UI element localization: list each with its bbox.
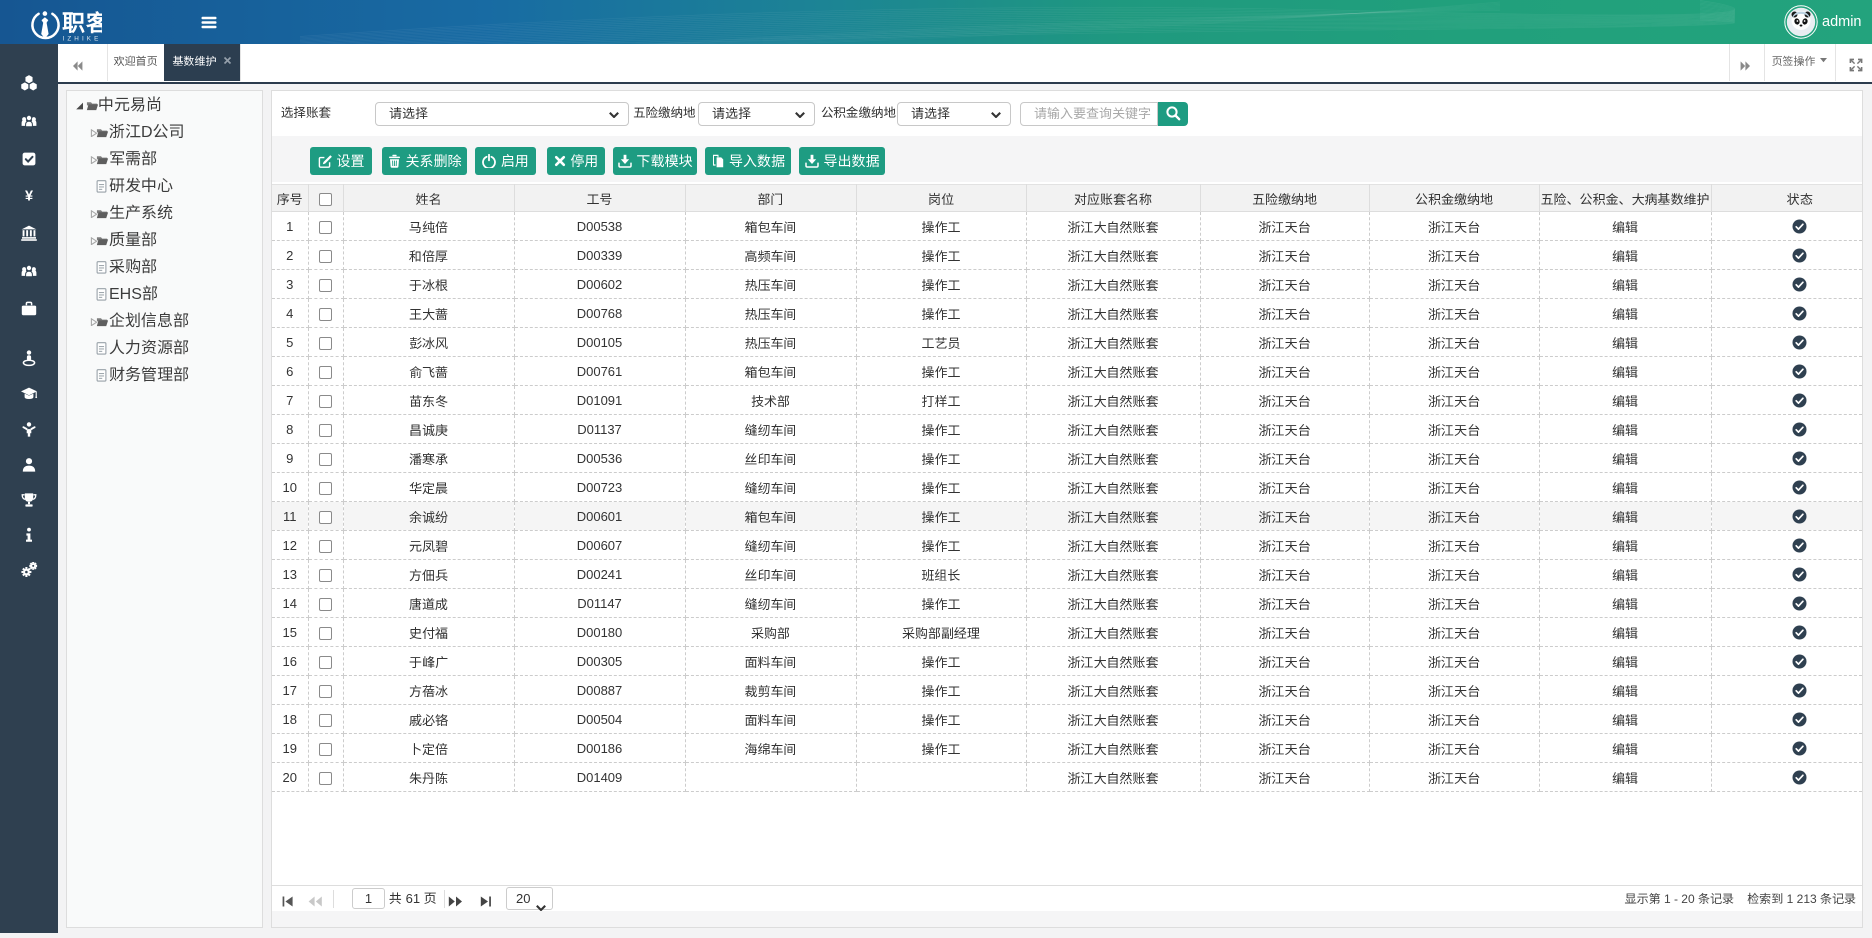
svg-text:职客: 职客 bbox=[62, 10, 102, 36]
svg-text:¥: ¥ bbox=[25, 189, 33, 205]
svg-text:IZHIKE: IZHIKE bbox=[63, 36, 102, 43]
